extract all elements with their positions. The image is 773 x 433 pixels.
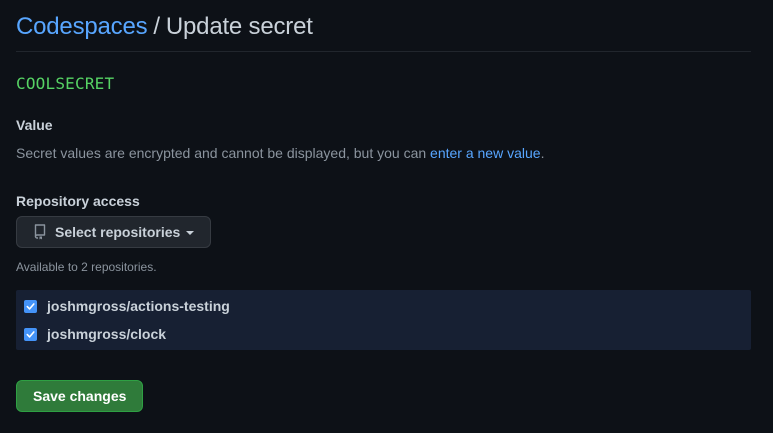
value-note-end: . bbox=[540, 145, 545, 161]
repository-item[interactable]: joshmgross/actions-testing bbox=[16, 292, 751, 320]
repository-access-label: Repository access bbox=[16, 193, 140, 209]
repo-icon bbox=[33, 224, 47, 240]
repository-name: joshmgross/clock bbox=[47, 326, 167, 342]
chevron-down-icon bbox=[186, 231, 195, 235]
save-changes-button[interactable]: Save changes bbox=[16, 380, 144, 412]
update-secret-page: Codespaces / Update secret COOLSECRET Va… bbox=[0, 0, 773, 433]
breadcrumb-codespaces-link[interactable]: Codespaces bbox=[16, 13, 148, 41]
page-title: Update secret bbox=[165, 12, 313, 40]
selected-repositories-list: joshmgross/actions-testing joshmgross/cl… bbox=[16, 290, 751, 350]
value-note-text: Secret values are encrypted and cannot b… bbox=[16, 145, 431, 161]
secret-name: COOLSECRET bbox=[16, 74, 115, 93]
select-repositories-button[interactable]: Select repositories bbox=[16, 216, 212, 248]
breadcrumb-separator: / bbox=[153, 12, 160, 40]
available-count: Available to 2 repositories. bbox=[16, 260, 157, 274]
repository-item[interactable]: joshmgross/clock bbox=[16, 320, 751, 348]
repository-name: joshmgross/actions-testing bbox=[47, 298, 230, 314]
value-label: Value bbox=[16, 117, 53, 133]
checkbox-checked-icon[interactable] bbox=[24, 327, 37, 341]
breadcrumb: Codespaces / Update secret bbox=[16, 0, 751, 52]
value-note: Secret values are encrypted and cannot b… bbox=[16, 145, 751, 161]
checkbox-checked-icon[interactable] bbox=[24, 299, 37, 313]
enter-new-value-link[interactable]: enter a new value bbox=[430, 145, 541, 161]
select-repositories-label: Select repositories bbox=[55, 224, 181, 240]
